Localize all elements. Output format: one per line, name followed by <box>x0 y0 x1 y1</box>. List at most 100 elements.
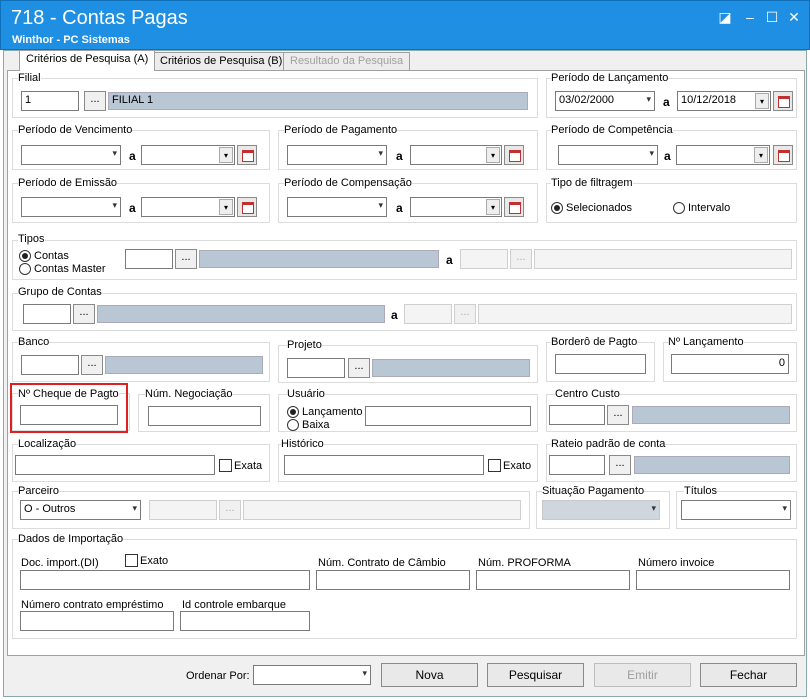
projeto-lookup-button[interactable]: ... <box>348 358 370 378</box>
periodo-emissao-from[interactable]: ▾ <box>21 197 121 217</box>
titulos-label: Títulos <box>684 485 718 497</box>
parceiro-lookup-button[interactable]: ... <box>219 500 241 520</box>
rateio-lookup-button[interactable]: ... <box>609 455 631 475</box>
situacao-pagamento-combo[interactable]: ▾ <box>542 500 660 520</box>
projeto-input[interactable] <box>287 358 345 378</box>
periodo-pagamento-label: Período de Pagamento <box>284 124 398 136</box>
grupo-to-input[interactable] <box>404 304 452 324</box>
emprestimo-input[interactable] <box>20 611 174 631</box>
parceiro-combo[interactable]: O - Outros ▾ <box>20 500 141 520</box>
doc-import-input[interactable] <box>20 570 310 590</box>
chevron-down-icon: ▾ <box>755 93 769 109</box>
contas-master-radio[interactable] <box>19 263 31 275</box>
n-lancamento-label: Nº Lançamento <box>668 336 744 348</box>
banco-label: Banco <box>18 336 50 348</box>
periodo-pagamento-to[interactable]: ▾ <box>410 145 502 165</box>
contas-master-label: Contas Master <box>34 263 106 275</box>
tipo-filtragem-label: Tipo de filtragem <box>551 177 633 189</box>
usuario-input[interactable] <box>365 406 531 426</box>
historico-exato-checkbox[interactable] <box>488 459 501 472</box>
filial-code-input[interactable]: 1 <box>21 91 79 111</box>
tipos-from-lookup-button[interactable]: ... <box>175 249 197 269</box>
grupo-from-input[interactable] <box>23 304 71 324</box>
periodo-vencimento-to[interactable]: ▾ <box>141 145 235 165</box>
tab-resultado[interactable]: Resultado da Pesquisa <box>283 52 411 70</box>
rateio-name <box>634 456 790 474</box>
historico-input[interactable] <box>284 455 484 475</box>
embarque-input[interactable] <box>180 611 310 631</box>
contas-radio[interactable] <box>19 250 31 262</box>
grupo-from-lookup-button[interactable]: ... <box>73 304 95 324</box>
calendar-icon[interactable] <box>504 145 524 165</box>
restore-layout-icon[interactable]: ◪ <box>716 9 734 25</box>
tab-criterios-b[interactable]: Critérios de Pesquisa (B) <box>153 52 290 70</box>
contrato-cambio-input[interactable] <box>316 570 470 590</box>
periodo-competencia-from[interactable]: ▾ <box>558 145 658 165</box>
periodo-compensacao-label: Período de Compensação <box>284 177 412 189</box>
localizacao-exata-checkbox[interactable] <box>219 459 232 472</box>
pesquisar-button[interactable]: Pesquisar <box>487 663 584 687</box>
intervalo-label: Intervalo <box>688 202 731 214</box>
dados-importacao-label: Dados de Importação <box>18 533 124 545</box>
tipos-from-input[interactable] <box>125 249 173 269</box>
banco-input[interactable] <box>21 355 79 375</box>
chevron-down-icon: ▾ <box>646 94 651 104</box>
centro-custo-input[interactable] <box>549 405 605 425</box>
doc-exato-checkbox[interactable] <box>125 554 138 567</box>
calendar-icon[interactable] <box>773 91 793 111</box>
periodo-competencia-to[interactable]: ▾ <box>676 145 770 165</box>
tipos-to-lookup-button[interactable]: ... <box>510 249 532 269</box>
periodo-lancamento-to[interactable]: 10/12/2018 ▾ <box>677 91 771 111</box>
localizacao-input[interactable] <box>15 455 215 475</box>
titulos-combo[interactable]: ▾ <box>681 500 791 520</box>
calendar-icon[interactable] <box>504 197 524 217</box>
tipos-to-input[interactable] <box>460 249 508 269</box>
parceiro-label: Parceiro <box>18 485 59 497</box>
bordero-input[interactable] <box>555 354 646 374</box>
periodo-pagamento-from[interactable]: ▾ <box>287 145 387 165</box>
periodo-vencimento-from[interactable]: ▾ <box>21 145 121 165</box>
invoice-input[interactable] <box>636 570 790 590</box>
centro-custo-lookup-button[interactable]: ... <box>607 405 629 425</box>
num-negociacao-input[interactable] <box>148 406 261 426</box>
proforma-input[interactable] <box>476 570 630 590</box>
close-button[interactable]: ✕ <box>785 9 803 25</box>
tipos-from-name <box>199 250 439 268</box>
emitir-button[interactable]: Emitir <box>594 663 691 687</box>
periodo-compensacao-from[interactable]: ▾ <box>287 197 387 217</box>
chevron-down-icon: ▾ <box>219 199 233 215</box>
range-a-label: a <box>129 149 136 163</box>
doc-exato-label: Exato <box>140 555 169 567</box>
tab-criterios-a[interactable]: Critérios de Pesquisa (A) <box>19 50 156 71</box>
chevron-down-icon: ▾ <box>112 200 117 210</box>
periodo-lancamento-from[interactable]: 03/02/2000 ▾ <box>555 91 655 111</box>
calendar-icon[interactable] <box>237 197 257 217</box>
highlight-box <box>10 383 128 433</box>
filial-lookup-button[interactable]: ... <box>84 91 106 111</box>
ordenar-por-combo[interactable]: ▾ <box>253 665 371 685</box>
chevron-down-icon: ▾ <box>219 147 233 163</box>
banco-lookup-button[interactable]: ... <box>81 355 103 375</box>
rateio-input[interactable] <box>549 455 605 475</box>
grupo-to-lookup-button[interactable]: ... <box>454 304 476 324</box>
lancamento-radio[interactable] <box>287 406 299 418</box>
baixa-radio[interactable] <box>287 419 299 431</box>
n-lancamento-input[interactable]: 0 <box>671 354 789 374</box>
tipos-label: Tipos <box>18 233 45 245</box>
grupo-to-name <box>478 304 792 324</box>
nova-button[interactable]: Nova <box>381 663 478 687</box>
fechar-button[interactable]: Fechar <box>700 663 797 687</box>
range-a-label: a <box>663 95 670 109</box>
periodo-compensacao-to[interactable]: ▾ <box>410 197 502 217</box>
calendar-icon[interactable] <box>773 145 793 165</box>
intervalo-radio[interactable] <box>673 202 685 214</box>
chevron-down-icon: ▾ <box>651 503 656 513</box>
chevron-down-icon: ▾ <box>782 503 787 513</box>
minimize-button[interactable]: – <box>741 9 759 25</box>
selecionados-radio[interactable] <box>551 202 563 214</box>
calendar-icon[interactable] <box>237 145 257 165</box>
parceiro-code-input[interactable] <box>149 500 217 520</box>
periodo-emissao-to[interactable]: ▾ <box>141 197 235 217</box>
maximize-button[interactable]: ☐ <box>763 9 781 25</box>
range-a-label: a <box>396 149 403 163</box>
